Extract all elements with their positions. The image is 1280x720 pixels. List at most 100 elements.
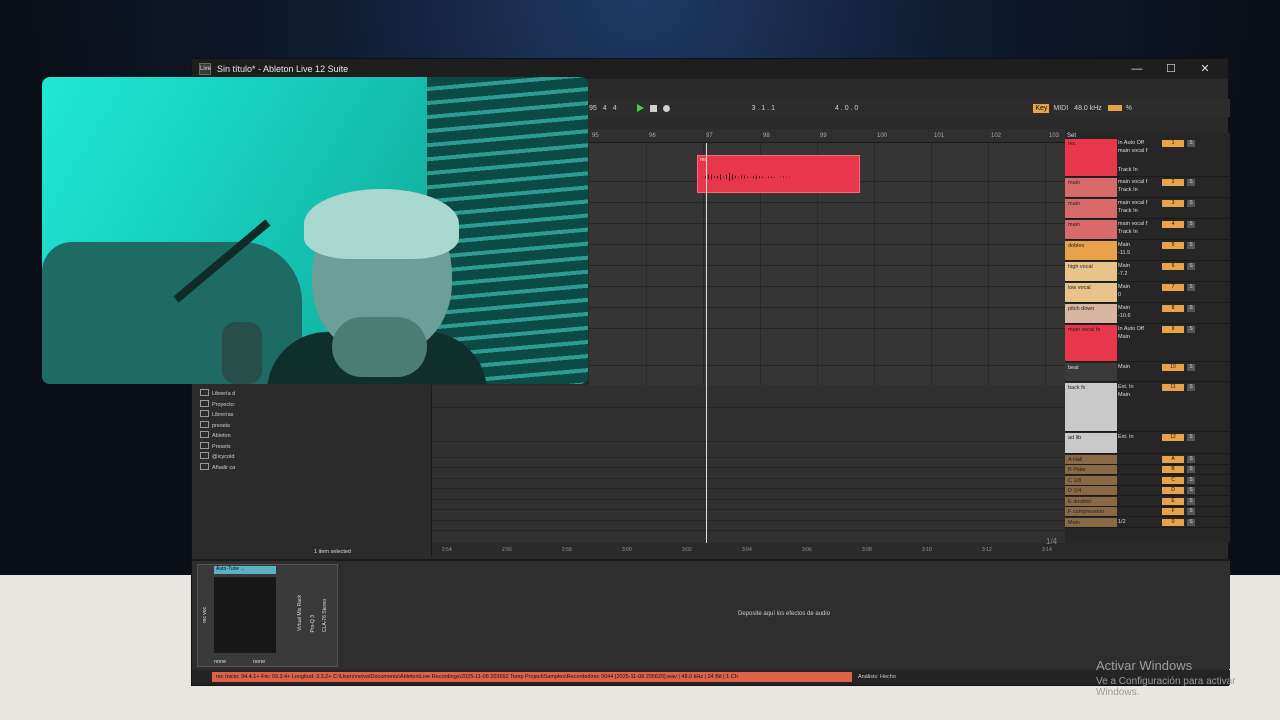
track-activator[interactable]: B — [1162, 466, 1184, 473]
record-icon[interactable] — [662, 104, 670, 112]
browser-item[interactable]: Añadir ca — [200, 463, 235, 471]
track-io-secondary[interactable]: -10.6 — [1118, 313, 1131, 319]
track-io[interactable]: Main — [1118, 364, 1130, 370]
track-name[interactable]: ad lib — [1065, 433, 1117, 453]
solo-button[interactable]: S — [1187, 508, 1195, 515]
track-activator[interactable]: 3 — [1162, 200, 1184, 207]
track-activator[interactable]: 2 — [1162, 179, 1184, 186]
browser-item[interactable]: Librería d — [200, 389, 235, 397]
time-sig-numerator[interactable]: 4 — [603, 105, 607, 112]
solo-button[interactable]: S — [1187, 498, 1195, 505]
track-header[interactable]: main main vocal f Track In 4 S — [1065, 220, 1230, 240]
track-activator[interactable]: A — [1162, 456, 1184, 463]
track-io[interactable]: In Auto Off — [1118, 326, 1144, 332]
track-io-secondary[interactable]: main vocal f — [1118, 148, 1147, 154]
track-activator[interactable]: E — [1162, 498, 1184, 505]
track-name[interactable]: Main — [1065, 518, 1117, 527]
browser-item[interactable]: Proyecto: — [200, 400, 235, 408]
track-io[interactable]: Main — [1118, 284, 1130, 290]
track-io-secondary[interactable]: Main — [1118, 392, 1130, 398]
track-activator[interactable]: 6 — [1162, 263, 1184, 270]
track-name[interactable]: main — [1065, 199, 1117, 218]
track-header[interactable]: C 1/8 C S — [1065, 476, 1230, 486]
track-header[interactable]: low vocal Main 0 7 S — [1065, 283, 1230, 303]
device-rack[interactable]: Auto-Tune ... rec voc Virtual Mix Rack P… — [197, 564, 338, 667]
stop-icon[interactable] — [649, 104, 657, 112]
play-icon[interactable] — [636, 104, 644, 112]
track-name[interactable]: F compression — [1065, 507, 1117, 516]
track-io[interactable]: Main — [1118, 305, 1130, 311]
track-header[interactable]: pitch down Main -10.6 8 S — [1065, 304, 1230, 324]
track-header[interactable]: back fx Ext. In Main 11 S — [1065, 383, 1230, 432]
track-io[interactable]: main vocal f — [1118, 200, 1147, 206]
close-button[interactable]: ✕ — [1188, 59, 1222, 79]
audio-clip[interactable]: rec — [697, 155, 860, 193]
track-activator[interactable]: 11 — [1162, 384, 1184, 391]
track-header[interactable]: dobles Main -11.5 5 S — [1065, 241, 1230, 261]
track-io-secondary[interactable]: -7.2 — [1118, 271, 1127, 277]
time-ruler[interactable]: 2:54 2:56 2:58 3:00 3:02 3:04 3:06 3:08 … — [432, 543, 1066, 557]
track-activator[interactable]: D — [1162, 487, 1184, 494]
track-header[interactable]: rec In Auto Off main vocal f Track In 1 S — [1065, 139, 1230, 177]
track-io[interactable]: Ext. In — [1118, 384, 1134, 390]
track-activator[interactable]: 12 — [1162, 434, 1184, 441]
track-activator[interactable]: 0 — [1162, 519, 1184, 526]
track-name[interactable]: main vocal fx — [1065, 325, 1117, 361]
track-header[interactable]: E doubler E S — [1065, 497, 1230, 507]
track-header[interactable]: A Hall A S — [1065, 455, 1230, 465]
tempo-field[interactable]: 95 — [589, 105, 597, 112]
solo-button[interactable]: S — [1187, 263, 1195, 270]
solo-button[interactable]: S — [1187, 140, 1195, 147]
track-io[interactable]: Main — [1118, 263, 1130, 269]
track-io-secondary[interactable]: 0 — [1118, 292, 1121, 298]
track-activator[interactable]: 1 — [1162, 140, 1184, 147]
track-activator[interactable]: 10 — [1162, 364, 1184, 371]
track-header[interactable]: D 1/4 D S — [1065, 486, 1230, 496]
track-io-secondary[interactable]: Track In — [1118, 229, 1138, 235]
track-activator[interactable]: F — [1162, 508, 1184, 515]
track-name[interactable]: A Hall — [1065, 455, 1117, 464]
track-header[interactable]: main main vocal f Track In 3 S — [1065, 199, 1230, 219]
track-name[interactable]: low vocal — [1065, 283, 1117, 302]
browser-item[interactable]: Ableton — [200, 431, 231, 439]
browser-item[interactable]: Librerías — [200, 410, 233, 418]
solo-button[interactable]: S — [1187, 305, 1195, 312]
track-header[interactable]: main main vocal f Track In 2 S — [1065, 178, 1230, 198]
track-header[interactable]: main vocal fx In Auto Off Main 9 S — [1065, 325, 1230, 362]
minimize-button[interactable]: — — [1120, 59, 1154, 79]
solo-button[interactable]: S — [1187, 456, 1195, 463]
track-header[interactable]: F compression F S — [1065, 507, 1230, 517]
arrangement-lower-lanes[interactable] — [432, 385, 1066, 543]
track-io[interactable]: Ext. In — [1118, 434, 1134, 440]
solo-button[interactable]: S — [1187, 221, 1195, 228]
browser-item[interactable]: presets — [200, 421, 230, 429]
track-header[interactable]: B Plate B S — [1065, 465, 1230, 475]
track-activator[interactable]: 9 — [1162, 326, 1184, 333]
track-name[interactable]: high vocal — [1065, 262, 1117, 281]
track-name[interactable]: C 1/8 — [1065, 476, 1117, 485]
track-name[interactable]: beat — [1065, 363, 1117, 381]
track-activator[interactable]: 4 — [1162, 221, 1184, 228]
track-io[interactable]: 1/2 — [1118, 519, 1126, 525]
track-name[interactable]: E doubler — [1065, 497, 1117, 506]
track-io-secondary[interactable]: Track In — [1118, 208, 1138, 214]
track-name[interactable]: dobles — [1065, 241, 1117, 260]
midi-map-button[interactable]: MIDI — [1053, 105, 1068, 112]
track-header[interactable]: high vocal Main -7.2 6 S — [1065, 262, 1230, 282]
track-io[interactable]: main vocal f — [1118, 221, 1147, 227]
solo-button[interactable]: S — [1187, 200, 1195, 207]
track-io[interactable]: main vocal f — [1118, 179, 1147, 185]
track-io-secondary[interactable]: -11.5 — [1118, 250, 1130, 256]
track-name[interactable]: B Plate — [1065, 465, 1117, 474]
solo-button[interactable]: S — [1187, 364, 1195, 371]
track-io[interactable]: Main — [1118, 242, 1130, 248]
track-activator[interactable]: 7 — [1162, 284, 1184, 291]
track-name[interactable]: rec — [1065, 139, 1117, 176]
solo-button[interactable]: S — [1187, 326, 1195, 333]
solo-button[interactable]: S — [1187, 487, 1195, 494]
solo-button[interactable]: S — [1187, 477, 1195, 484]
device-title[interactable]: Auto-Tune ... — [214, 566, 276, 574]
track-name[interactable]: main — [1065, 220, 1117, 239]
arrangement-ruler[interactable]: 95 96 97 98 99 100 101 102 103 — [589, 129, 1065, 143]
solo-button[interactable]: S — [1187, 284, 1195, 291]
